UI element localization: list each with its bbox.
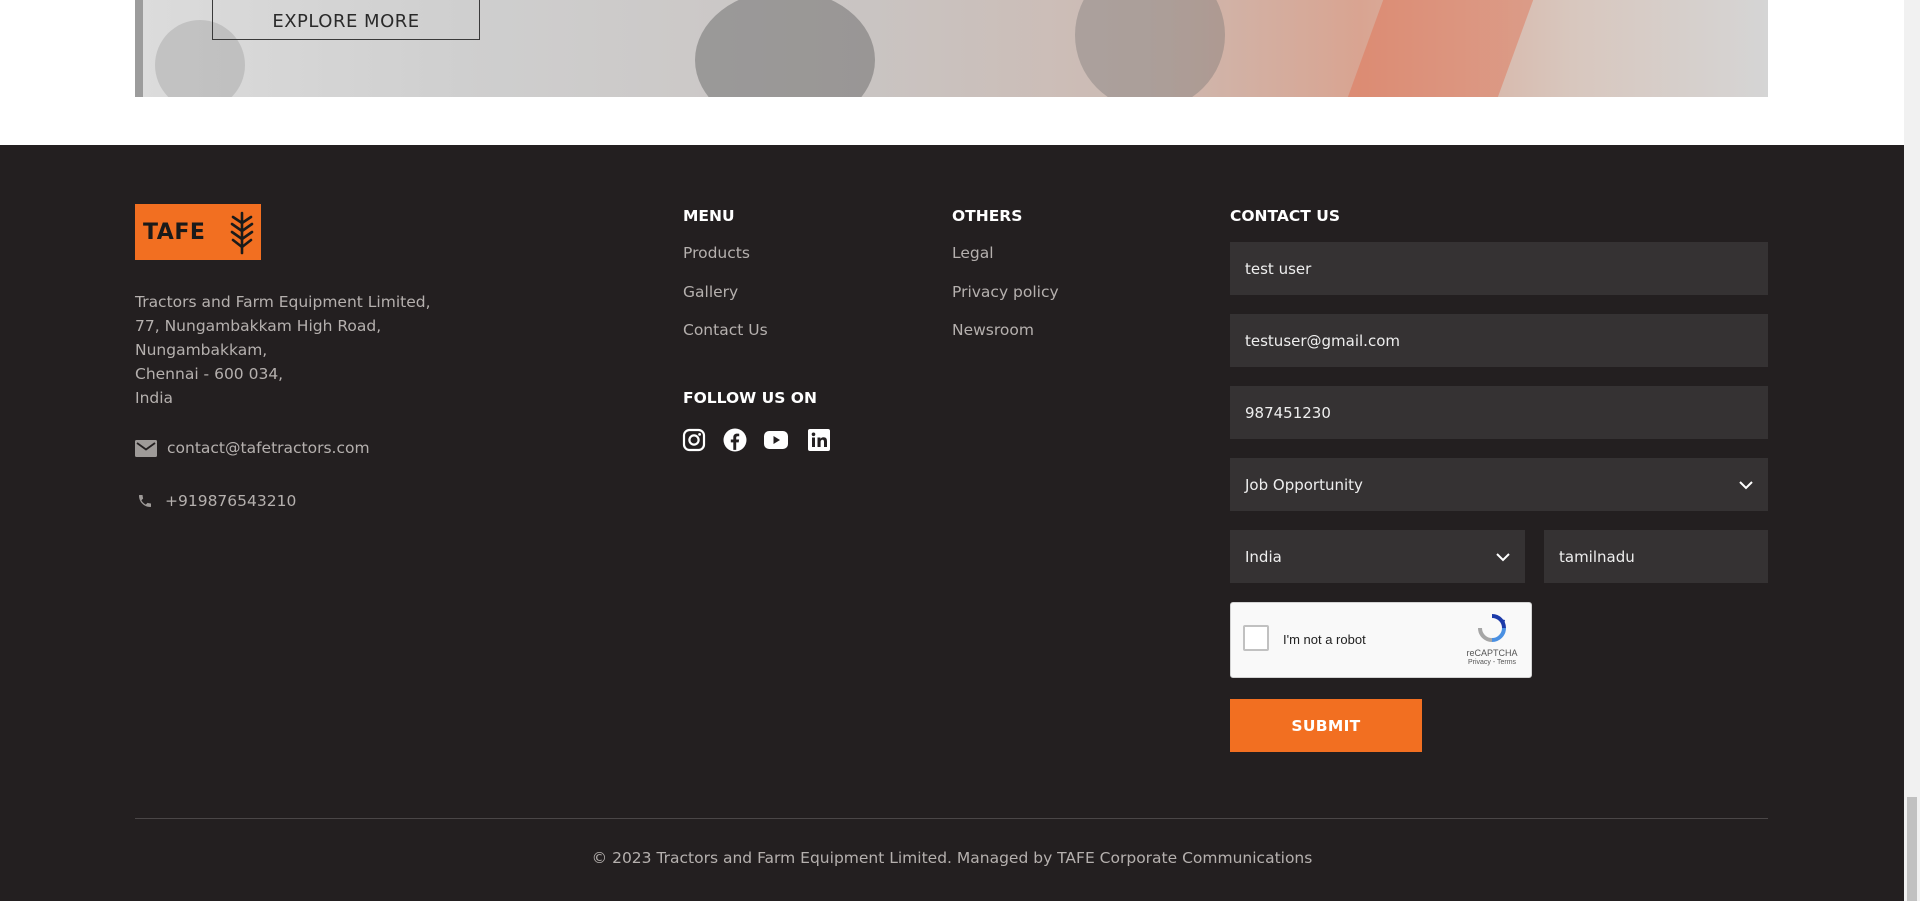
youtube-icon[interactable]: [763, 427, 789, 453]
scrollbar-thumb[interactable]: [1907, 797, 1917, 901]
mail-icon: [135, 439, 157, 457]
recaptcha-links[interactable]: Privacy - Terms: [1463, 659, 1521, 666]
others-link-privacy-policy[interactable]: Privacy policy: [952, 283, 1059, 301]
enquiry-type-select[interactable]: Job Opportunity: [1230, 458, 1768, 511]
copyright-text: © 2023 Tractors and Farm Equipment Limit…: [591, 849, 1313, 867]
email-contact[interactable]: contact@tafetractors.com: [135, 439, 370, 457]
recaptcha-logo: reCAPTCHA Privacy - Terms: [1463, 613, 1521, 666]
address-line: Tractors and Farm Equipment Limited,: [135, 293, 431, 311]
email-field-value: testuser@gmail.com: [1245, 331, 1400, 350]
state-field-value: tamilnadu: [1559, 547, 1635, 566]
others-heading: OTHERS: [952, 207, 1023, 225]
submit-button[interactable]: SUBMIT: [1230, 699, 1422, 752]
menu-link-gallery[interactable]: Gallery: [683, 283, 738, 301]
address-line: Nungambakkam,: [135, 341, 268, 359]
chevron-down-icon: [1739, 480, 1753, 489]
recaptcha-checkbox[interactable]: [1243, 625, 1269, 651]
footer-divider: [135, 818, 1768, 819]
recaptcha-brand: reCAPTCHA: [1466, 648, 1518, 658]
menu-link-contact-us[interactable]: Contact Us: [683, 321, 768, 339]
email-link[interactable]: contact@tafetractors.com: [167, 439, 370, 457]
company-address: Tractors and Farm Equipment Limited, 77,…: [135, 290, 431, 410]
others-link-newsroom[interactable]: Newsroom: [952, 321, 1034, 339]
country-select[interactable]: India: [1230, 530, 1525, 583]
menu-heading: MENU: [683, 207, 735, 225]
address-line: India: [135, 389, 174, 407]
name-field-value: test user: [1245, 259, 1312, 278]
tafe-logo[interactable]: TAFE: [135, 204, 261, 260]
linkedin-icon[interactable]: [806, 427, 832, 453]
enquiry-type-value: Job Opportunity: [1245, 475, 1363, 494]
others-link-legal[interactable]: Legal: [952, 244, 994, 262]
state-field[interactable]: tamilnadu: [1544, 530, 1768, 583]
name-field[interactable]: test user: [1230, 242, 1768, 295]
address-line: Chennai - 600 034,: [135, 365, 284, 383]
phone-field-value: 987451230: [1245, 403, 1331, 422]
instagram-icon[interactable]: [681, 427, 707, 453]
country-value: India: [1245, 547, 1282, 566]
facebook-icon[interactable]: [722, 427, 748, 453]
phone-field[interactable]: 987451230: [1230, 386, 1768, 439]
chevron-down-icon: [1496, 552, 1510, 561]
logo-text: TAFE: [143, 219, 206, 245]
phone-contact[interactable]: +919876543210: [135, 492, 296, 510]
menu-link-products[interactable]: Products: [683, 244, 750, 262]
page-scrollbar[interactable]: [1904, 0, 1920, 901]
recaptcha-label: I'm not a robot: [1283, 632, 1366, 647]
contact-heading: CONTACT US: [1230, 207, 1340, 225]
phone-icon: [139, 495, 151, 507]
email-field[interactable]: testuser@gmail.com: [1230, 314, 1768, 367]
address-line: 77, Nungambakkam High Road,: [135, 317, 382, 335]
phone-link[interactable]: +919876543210: [165, 492, 296, 510]
wheat-leaf-icon: [230, 211, 254, 255]
follow-heading: FOLLOW US ON: [683, 389, 817, 407]
recaptcha-icon: [1478, 614, 1506, 642]
recaptcha-widget: I'm not a robot reCAPTCHA Privacy - Term…: [1230, 602, 1532, 678]
explore-more-button[interactable]: EXPLORE MORE: [212, 0, 480, 40]
